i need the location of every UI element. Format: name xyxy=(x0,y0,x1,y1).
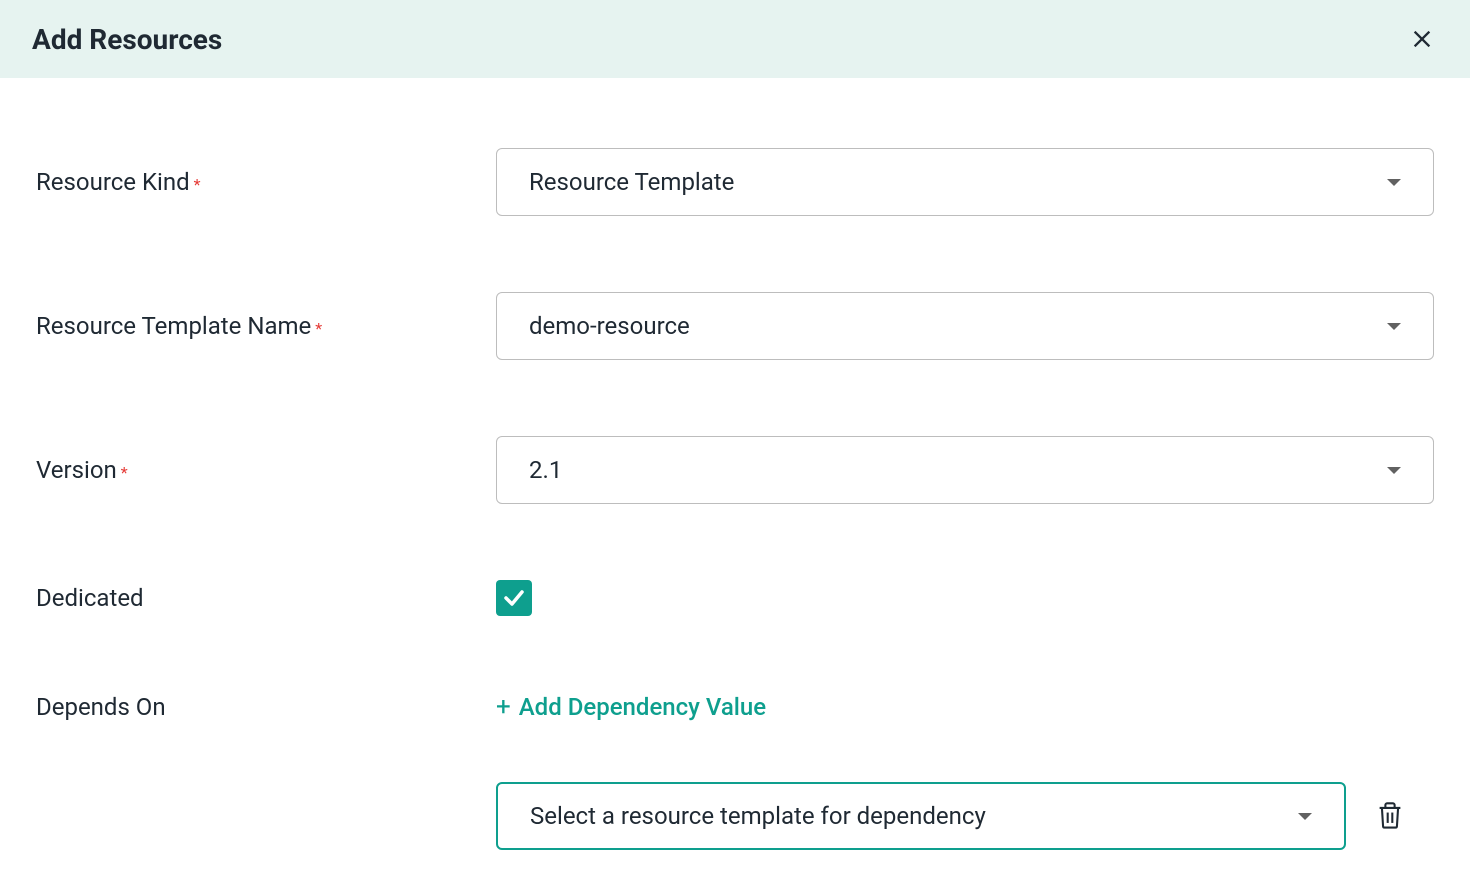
add-dependency-button[interactable]: + Add Dependency Value xyxy=(496,692,766,722)
row-depends-on: Depends On + Add Dependency Value xyxy=(36,692,1434,722)
trash-icon xyxy=(1376,801,1404,831)
close-button[interactable] xyxy=(1406,23,1438,55)
chevron-down-icon xyxy=(1298,813,1312,820)
chevron-down-icon xyxy=(1387,467,1401,474)
dependency-row: Select a resource template for dependenc… xyxy=(496,782,1434,850)
close-icon xyxy=(1411,28,1433,50)
dialog-header: Add Resources xyxy=(0,0,1470,78)
row-version: Version* 2.1 xyxy=(36,436,1434,504)
plus-icon: + xyxy=(496,692,511,722)
select-resource-kind-value: Resource Template xyxy=(529,168,1387,196)
add-dependency-label: Add Dependency Value xyxy=(519,693,766,721)
required-mark: * xyxy=(194,175,201,194)
dialog-title: Add Resources xyxy=(32,23,222,56)
select-resource-kind[interactable]: Resource Template xyxy=(496,148,1434,216)
label-depends-on: Depends On xyxy=(36,693,166,721)
chevron-down-icon xyxy=(1387,323,1401,330)
form-body: Resource Kind* Resource Template Resourc… xyxy=(0,78,1470,886)
row-resource-kind: Resource Kind* Resource Template xyxy=(36,148,1434,216)
label-resource-template-name: Resource Template Name xyxy=(36,312,311,340)
chevron-down-icon xyxy=(1387,179,1401,186)
label-dedicated: Dedicated xyxy=(36,584,144,612)
row-dedicated: Dedicated xyxy=(36,580,1434,616)
select-dependency-placeholder: Select a resource template for dependenc… xyxy=(530,802,1298,830)
row-resource-template-name: Resource Template Name* demo-resource xyxy=(36,292,1434,360)
select-version-value: 2.1 xyxy=(529,456,1387,484)
label-version: Version xyxy=(36,456,117,484)
select-dependency[interactable]: Select a resource template for dependenc… xyxy=(496,782,1346,850)
label-resource-kind: Resource Kind xyxy=(36,168,190,196)
select-resource-template-name[interactable]: demo-resource xyxy=(496,292,1434,360)
required-mark: * xyxy=(121,463,128,482)
required-mark: * xyxy=(315,319,322,338)
checkbox-dedicated[interactable] xyxy=(496,580,532,616)
select-resource-template-name-value: demo-resource xyxy=(529,312,1387,340)
delete-dependency-button[interactable] xyxy=(1376,801,1404,831)
select-version[interactable]: 2.1 xyxy=(496,436,1434,504)
check-icon xyxy=(502,586,526,610)
